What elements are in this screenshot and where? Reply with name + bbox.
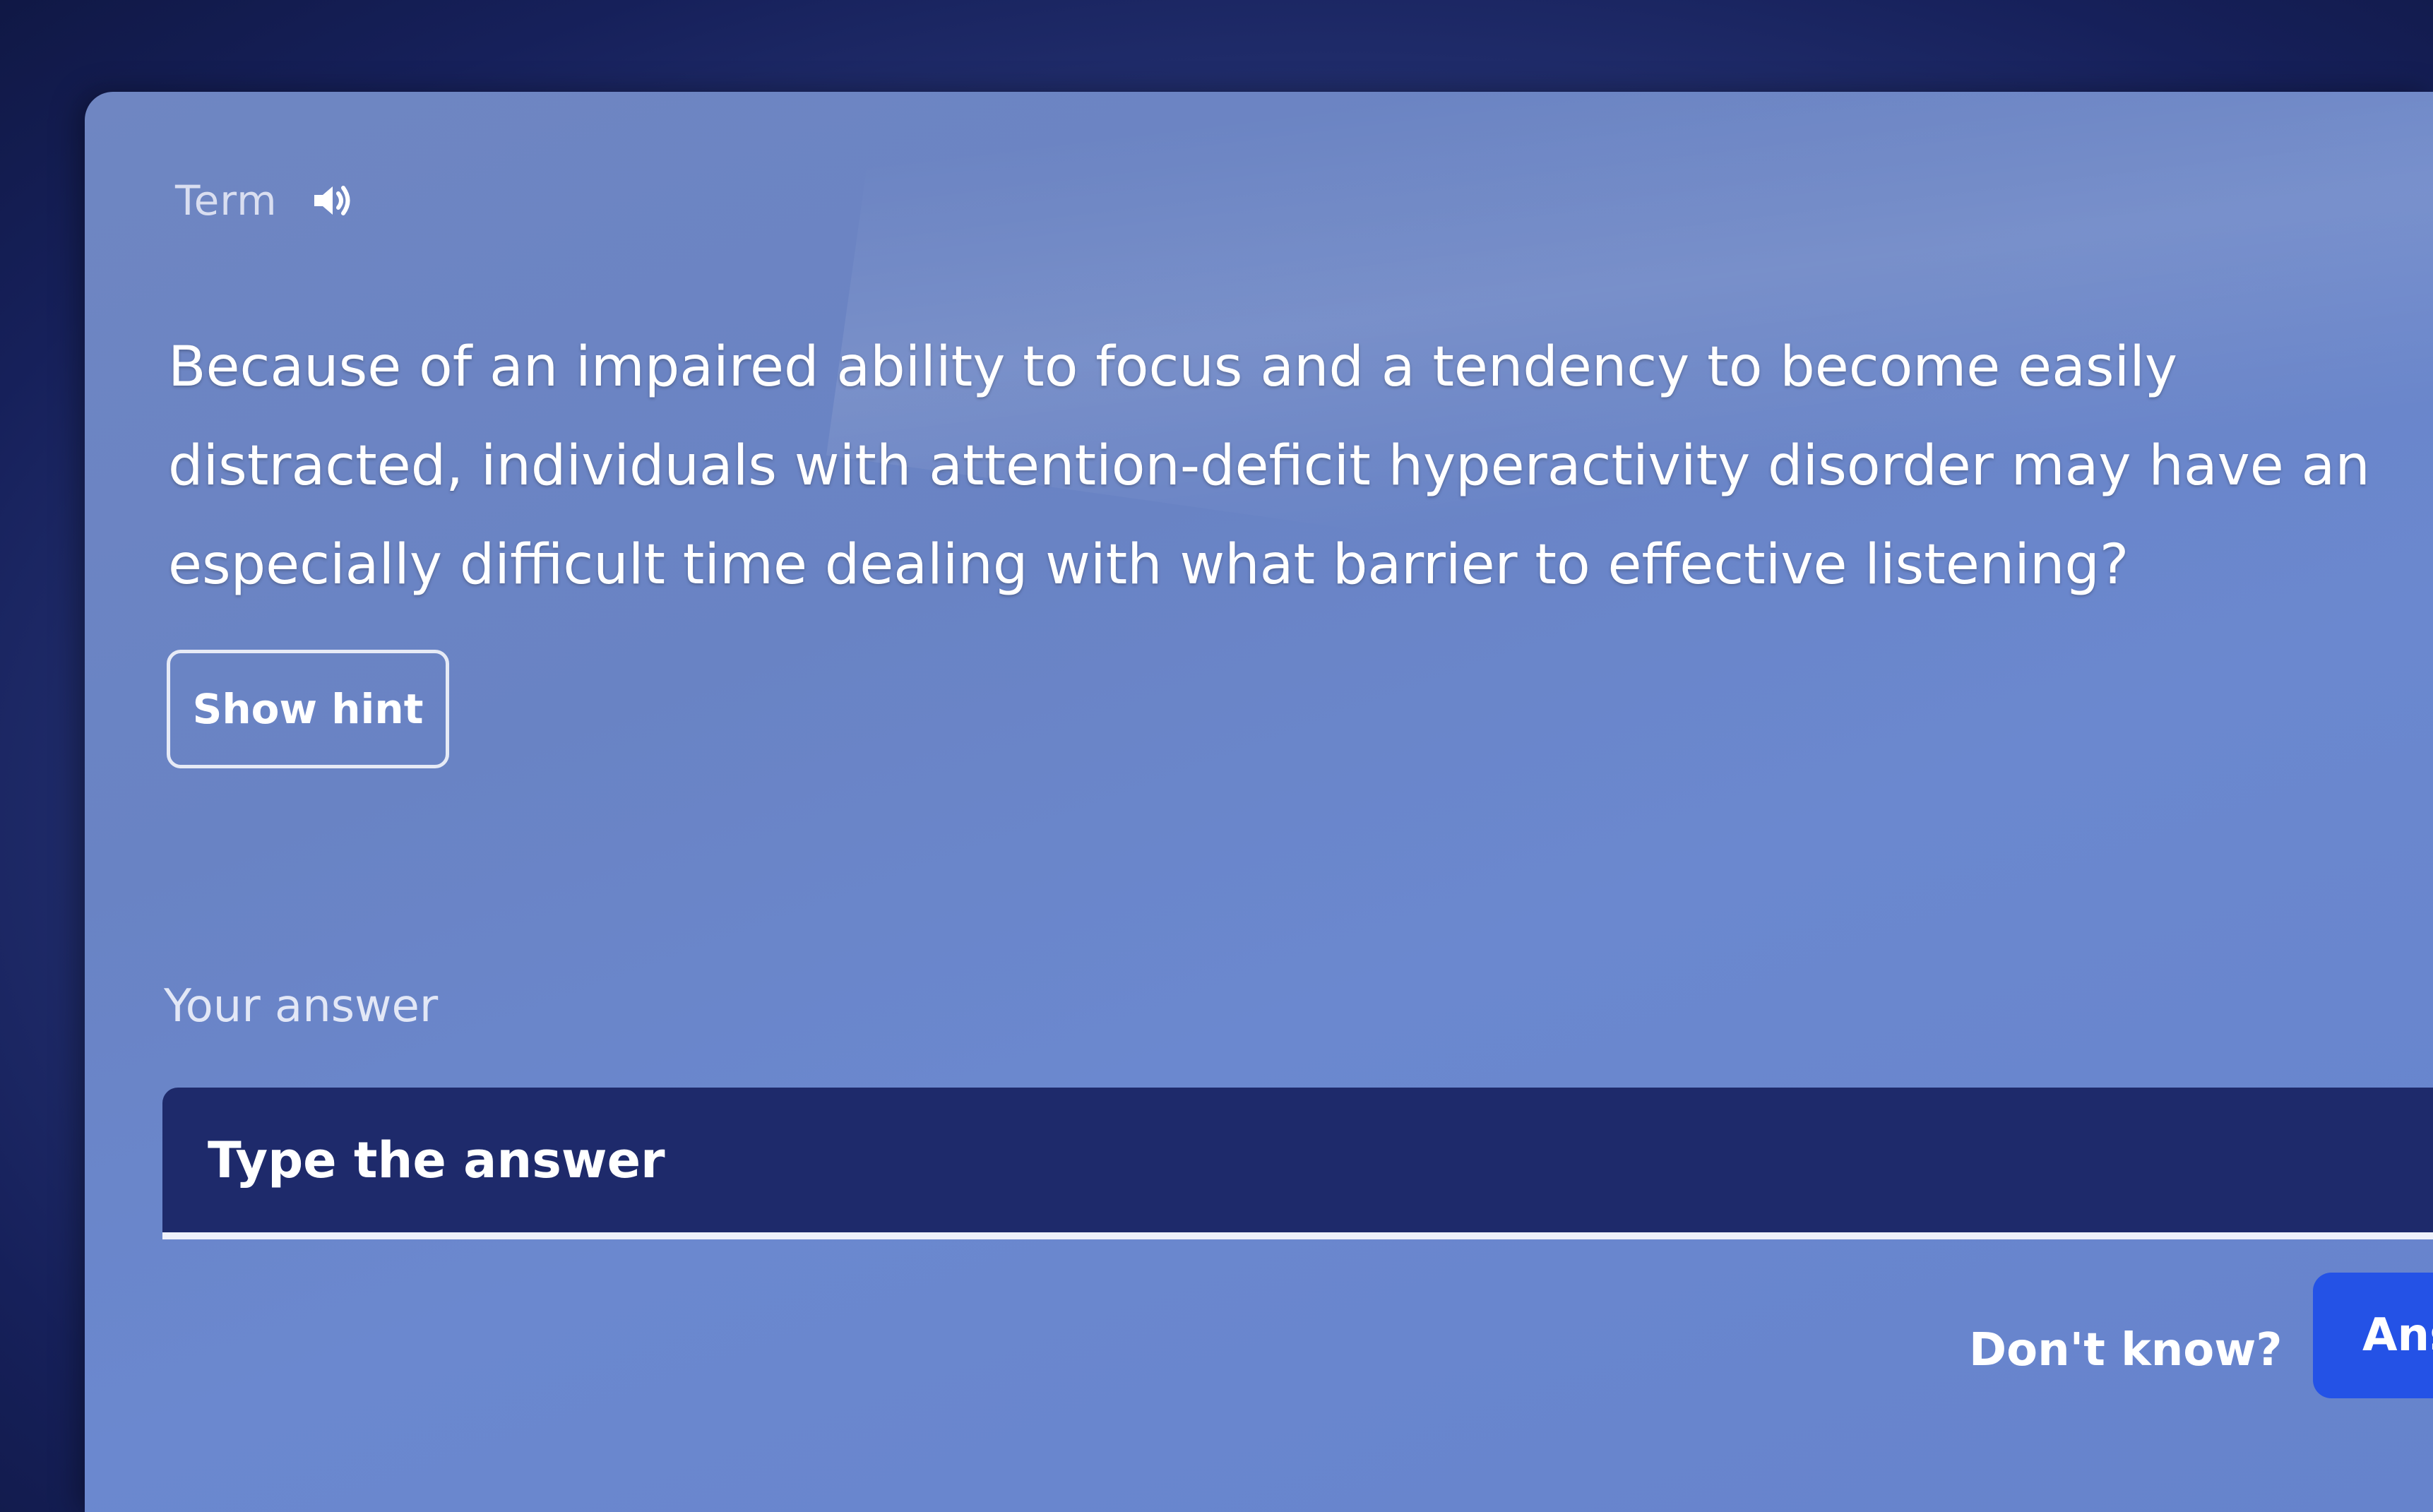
term-label: Term — [175, 177, 278, 225]
your-answer-label: Your answer — [164, 980, 439, 1032]
question-text: Because of an impaired ability to focus … — [168, 335, 2370, 597]
show-hint-button[interactable]: Show hint — [167, 650, 449, 768]
answer-input[interactable] — [162, 1088, 2433, 1239]
term-header: Term — [175, 177, 355, 225]
answer-submit-button[interactable]: Ans — [2313, 1273, 2433, 1398]
flashcard-panel: Term Because of an impaired ability to f… — [85, 92, 2433, 1512]
dont-know-button[interactable]: Don't know? — [1969, 1324, 2282, 1376]
speaker-icon[interactable] — [310, 178, 355, 223]
